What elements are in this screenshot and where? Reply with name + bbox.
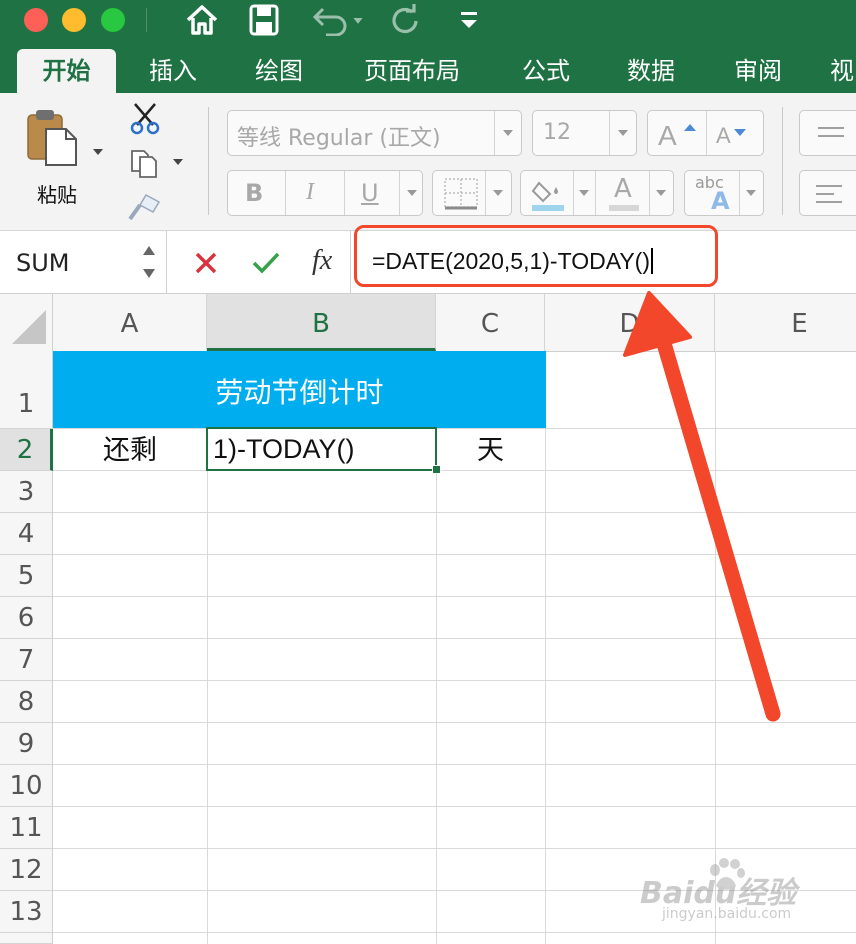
annotation-arrow	[623, 291, 781, 722]
watermark-url: jingyan.baidu.com	[662, 906, 792, 922]
baidu-watermark: Baidu经验 jingyan.baidu.com	[640, 858, 850, 928]
